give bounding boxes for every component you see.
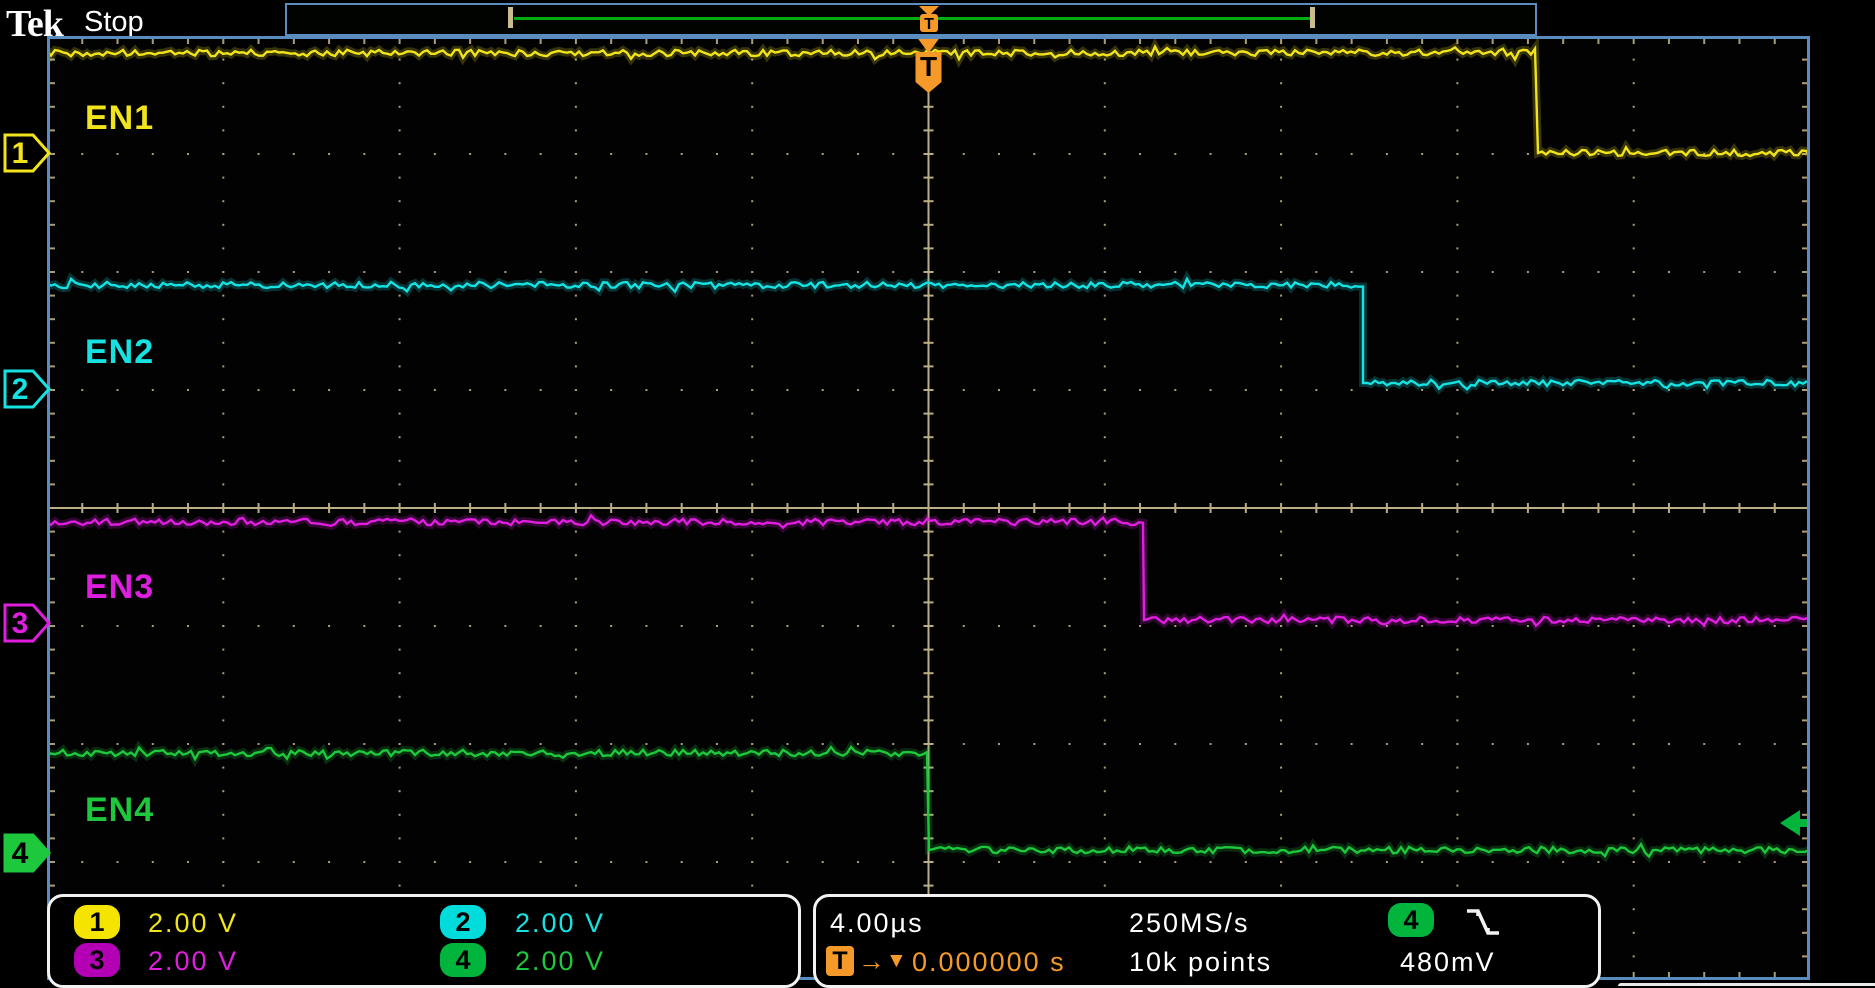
- trigger-source-badge[interactable]: 4: [1388, 903, 1434, 937]
- channel-label-EN1: EN1: [85, 99, 154, 138]
- record-preview-bar: T: [285, 3, 1537, 36]
- channel-2-scale: 2.00 V: [515, 908, 605, 939]
- channel-4-scale: 2.00 V: [515, 946, 605, 977]
- acquisition-status: Stop: [84, 6, 144, 39]
- vertical-scale-readout: 1 2.00 V 2 2.00 V 3 2.00 V 4 2.00 V: [47, 894, 801, 988]
- trigger-t-badge[interactable]: T: [826, 946, 854, 976]
- channel-3-scale: 2.00 V: [148, 946, 238, 977]
- window-bracket-right[interactable]: [1310, 7, 1315, 28]
- channel-4-position-marker[interactable]: 4: [2, 830, 52, 876]
- graticule: T: [47, 36, 1810, 980]
- waveform-display: T: [47, 36, 1810, 980]
- svg-text:2: 2: [12, 373, 29, 406]
- channel-2-badge[interactable]: 2: [440, 905, 486, 939]
- channel-1-scale: 2.00 V: [148, 908, 238, 939]
- channel-label-EN2: EN2: [85, 333, 154, 372]
- oscilloscope-screen: Tek Stop T T 1EN12EN23EN34EN4 1 2.00 V 2…: [0, 0, 1875, 988]
- channel-label-EN4: EN4: [85, 791, 154, 830]
- svg-text:4: 4: [12, 837, 29, 870]
- arrow-right-icon: →: [858, 946, 885, 977]
- channel-1-badge[interactable]: 1: [74, 905, 120, 939]
- channel-label-EN3: EN3: [85, 568, 154, 607]
- svg-text:T: T: [924, 16, 934, 33]
- svg-text:1: 1: [12, 137, 29, 170]
- channel-3-position-marker[interactable]: 3: [2, 600, 52, 646]
- trigger-marker-icon: ▼: [886, 949, 907, 973]
- trigger-position-pennant-preview[interactable]: T: [915, 5, 943, 34]
- svg-text:T: T: [920, 51, 937, 82]
- acquired-window-line: [514, 17, 1310, 20]
- sample-rate: 250MS/s: [1129, 908, 1250, 939]
- trigger-position-value: 0.000000 s: [912, 947, 1066, 978]
- falling-edge-icon: [1464, 906, 1502, 938]
- horizontal-trigger-readout: 4.00µs 250MS/s 4 T → ▼ 0.000000 s 10k po…: [813, 894, 1601, 988]
- channel-4-badge[interactable]: 4: [440, 943, 486, 977]
- channel-2-position-marker[interactable]: 2: [2, 366, 52, 412]
- channel-3-badge[interactable]: 3: [74, 943, 120, 977]
- record-length: 10k points: [1129, 947, 1272, 978]
- window-bracket-left[interactable]: [508, 7, 513, 28]
- trigger-level-value: 480mV: [1400, 947, 1496, 978]
- timebase-scale: 4.00µs: [830, 908, 924, 939]
- svg-text:3: 3: [12, 607, 29, 640]
- channel-1-position-marker[interactable]: 1: [2, 130, 52, 176]
- side-menu-edge: [1618, 983, 1875, 986]
